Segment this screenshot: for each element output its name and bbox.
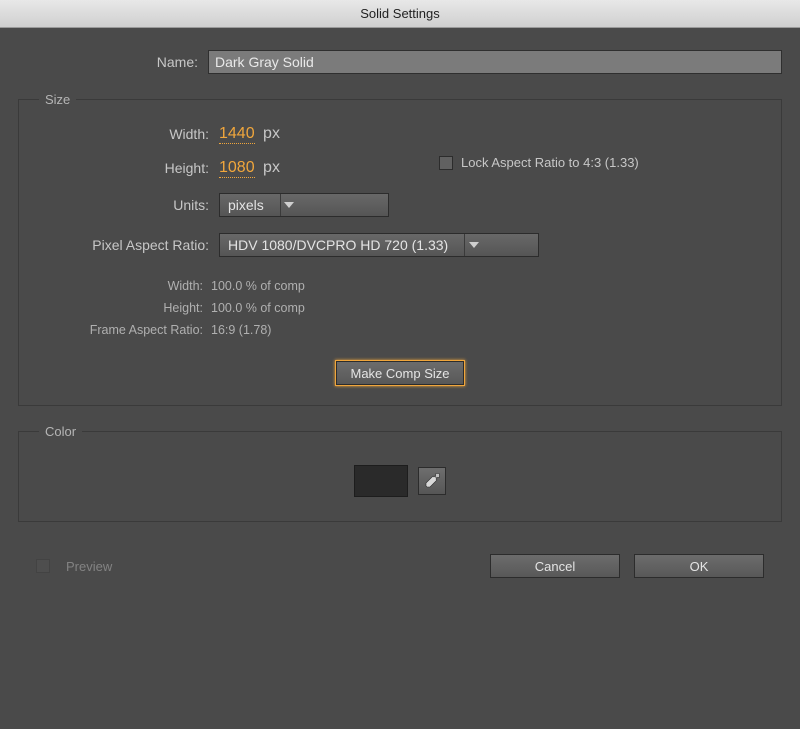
width-label: Width: xyxy=(41,126,211,142)
make-comp-size-label: Make Comp Size xyxy=(351,366,450,381)
color-swatch[interactable] xyxy=(354,465,408,497)
height-value[interactable]: 1080 xyxy=(219,159,255,178)
info-far-label: Frame Aspect Ratio: xyxy=(47,319,211,341)
name-label: Name: xyxy=(18,54,208,70)
eyedropper-button[interactable] xyxy=(418,467,446,495)
preview-label: Preview xyxy=(66,559,112,574)
height-unit: px xyxy=(263,159,280,176)
window-title: Solid Settings xyxy=(360,6,440,21)
make-comp-size-button[interactable]: Make Comp Size xyxy=(336,361,465,385)
ok-button[interactable]: OK xyxy=(634,554,764,578)
info-far-value: 16:9 (1.78) xyxy=(211,319,271,341)
units-value: pixels xyxy=(228,197,274,213)
size-info: Width: 100.0 % of comp Height: 100.0 % o… xyxy=(47,275,759,341)
eyedropper-icon xyxy=(424,473,440,489)
units-select[interactable]: pixels xyxy=(219,193,389,217)
info-width-value: 100.0 % of comp xyxy=(211,275,305,297)
dialog-body: Name: Size Width: 1440 px Height: 1080 p… xyxy=(0,28,800,596)
cancel-label: Cancel xyxy=(535,559,575,574)
width-value-cell: 1440 px xyxy=(219,125,759,143)
info-height-value: 100.0 % of comp xyxy=(211,297,305,319)
cancel-button[interactable]: Cancel xyxy=(490,554,620,578)
name-row: Name: xyxy=(18,50,782,74)
name-input[interactable] xyxy=(208,50,782,74)
preview-checkbox xyxy=(36,559,50,573)
size-group: Size Width: 1440 px Height: 1080 px Unit… xyxy=(18,92,782,406)
height-label: Height: xyxy=(41,160,211,176)
dialog-footer: Preview Cancel OK xyxy=(18,540,782,578)
par-value: HDV 1080/DVCPRO HD 720 (1.33) xyxy=(228,237,458,253)
ok-label: OK xyxy=(690,559,709,574)
par-select[interactable]: HDV 1080/DVCPRO HD 720 (1.33) xyxy=(219,233,539,257)
info-height-label: Height: xyxy=(47,297,211,319)
color-group: Color xyxy=(18,424,782,522)
par-label: Pixel Aspect Ratio: xyxy=(41,237,211,253)
lock-aspect-row: Lock Aspect Ratio to 4:3 (1.33) xyxy=(439,155,639,170)
color-legend: Color xyxy=(39,424,82,439)
preview-row: Preview xyxy=(36,559,112,574)
lock-aspect-label: Lock Aspect Ratio to 4:3 (1.33) xyxy=(461,155,639,170)
width-unit: px xyxy=(263,125,280,142)
chevron-down-icon xyxy=(464,234,482,256)
titlebar: Solid Settings xyxy=(0,0,800,28)
info-width-label: Width: xyxy=(47,275,211,297)
units-label: Units: xyxy=(41,197,211,213)
lock-aspect-checkbox[interactable] xyxy=(439,156,453,170)
chevron-down-icon xyxy=(280,194,298,216)
size-legend: Size xyxy=(39,92,76,107)
width-value[interactable]: 1440 xyxy=(219,125,255,144)
